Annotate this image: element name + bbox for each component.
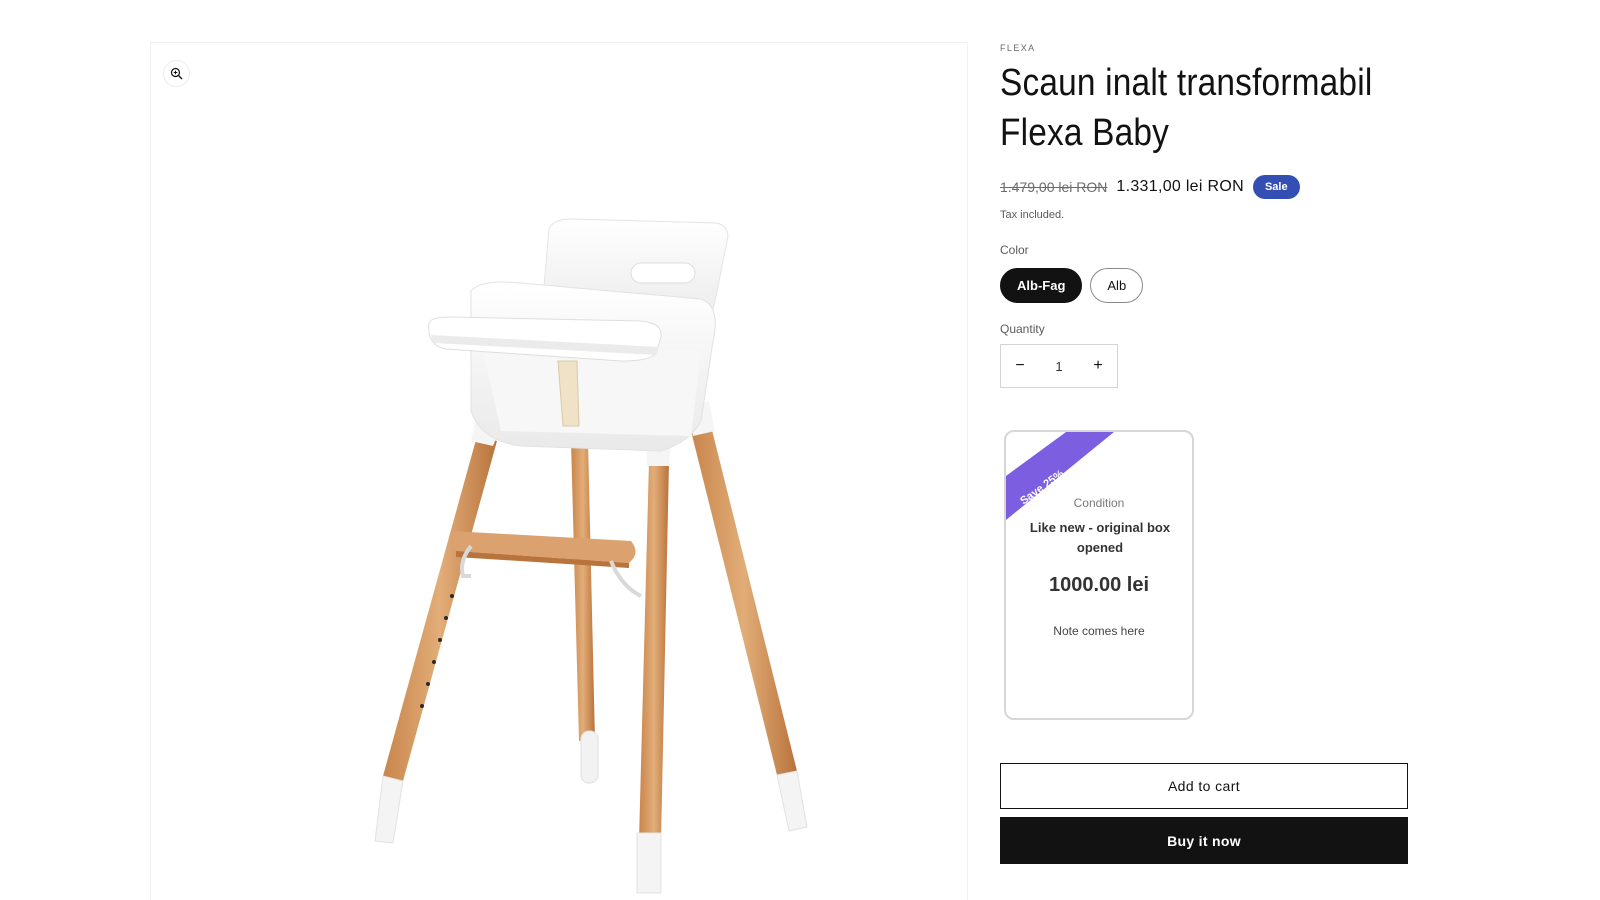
price-row: 1.479,00 lei RON 1.331,00 lei RON Sale (1000, 175, 1300, 199)
offer-note: Note comes here (1053, 624, 1145, 638)
offer-card[interactable]: Save 25% Condition Like new - original b… (1004, 430, 1194, 720)
color-option-alb[interactable]: Alb (1090, 268, 1144, 303)
minus-icon: − (1015, 357, 1025, 374)
color-options: Alb-Fag Alb (1000, 268, 1144, 303)
condition-label: Condition (1073, 496, 1125, 510)
buy-now-button[interactable]: Buy it now (1000, 817, 1408, 864)
quantity-plus-button[interactable]: + (1079, 345, 1117, 387)
offer-price: 1000.00 lei (1048, 574, 1150, 596)
quantity-input[interactable]: 1 (1055, 359, 1062, 374)
color-label: Color (1000, 243, 1029, 257)
quantity-label: Quantity (1000, 322, 1045, 336)
condition-value: Like new - original box opened (1029, 520, 1171, 555)
quantity-stepper: − 1 + (1000, 344, 1118, 388)
plus-icon: + (1093, 357, 1103, 374)
add-to-cart-button[interactable]: Add to cart (1000, 763, 1408, 809)
product-vendor: FLEXA (1000, 43, 1036, 53)
product-media-gallery (150, 42, 968, 900)
product-title: Scaun inalt transformabil Flexa Baby (1000, 62, 1373, 154)
sale-badge: Sale (1252, 175, 1300, 199)
regular-price: 1.479,00 lei RON (1000, 179, 1108, 195)
color-option-alb-fag[interactable]: Alb-Fag (1000, 268, 1083, 303)
quantity-minus-button[interactable]: − (1001, 345, 1039, 387)
tax-note: Tax included. (1000, 209, 1065, 221)
product-image-highchair[interactable] (151, 43, 968, 900)
sale-price: 1.331,00 lei RON (1116, 178, 1244, 195)
